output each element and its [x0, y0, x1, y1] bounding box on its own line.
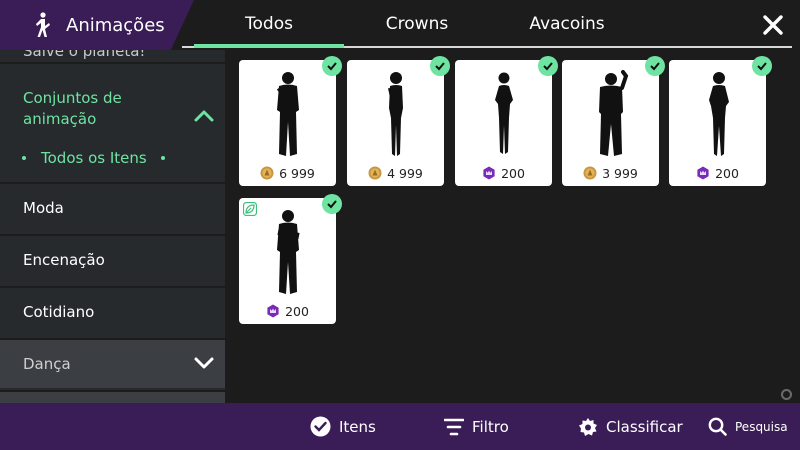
owned-check-icon: [430, 56, 450, 76]
search-icon: [708, 417, 727, 436]
eco-leaf-icon: [243, 202, 257, 216]
animation-item-card[interactable]: 200: [455, 56, 558, 186]
itens-button[interactable]: Itens: [310, 403, 376, 450]
crown-purple-icon: [483, 166, 495, 180]
tab-todos[interactable]: Todos: [194, 0, 344, 48]
item-price: 6 999: [239, 165, 336, 181]
close-icon: [763, 15, 783, 35]
price-value: 200: [285, 303, 309, 319]
filtro-button[interactable]: Filtro: [444, 403, 509, 450]
close-button[interactable]: [756, 8, 790, 42]
animation-item-card[interactable]: 200: [239, 194, 342, 324]
crown-purple-icon: [697, 166, 709, 180]
sidebar-item-salve-o-planeta[interactable]: Salve o planeta!: [0, 50, 225, 64]
filter-icon: [444, 418, 464, 435]
sidebar-item-moda[interactable]: Moda: [0, 182, 225, 232]
avatar-pose-silhouette: [709, 72, 729, 156]
price-value: 3 999: [602, 165, 638, 181]
owned-check-icon: [752, 56, 772, 76]
animation-item-card[interactable]: 6 999: [239, 56, 342, 186]
sort-star-icon: [579, 417, 597, 436]
sidebar-item-partial[interactable]: [0, 390, 225, 403]
sidebar-item-label: Todos os Itens: [41, 149, 147, 167]
sidebar-item-label: Cotidiano: [23, 303, 95, 321]
walking-person-icon: [36, 12, 50, 37]
price-value: 200: [715, 165, 739, 181]
sidebar-category-label: Conjuntos de animação: [23, 89, 122, 128]
owned-check-icon: [645, 56, 665, 76]
coin-gold-icon: [260, 166, 274, 180]
animation-item-card[interactable]: 200: [669, 56, 772, 186]
sidebar-item-label: Moda: [23, 199, 64, 217]
chevron-down-icon: [194, 357, 214, 369]
classificar-label: Classificar: [606, 417, 683, 436]
price-value: 200: [501, 165, 525, 181]
bottom-toolbar: Itens Filtro Classificar Pesquisa: [0, 403, 800, 450]
header: Animações Todos Crowns Avacoins: [0, 0, 800, 50]
sidebar-item-label: Dança: [23, 355, 71, 373]
crown-purple-icon: [267, 304, 279, 318]
chevron-up-icon: [194, 110, 214, 122]
item-price: 200: [669, 165, 766, 181]
bullet-left: [22, 156, 26, 160]
animation-item-card[interactable]: 3 999: [562, 56, 665, 186]
avatar-pose-silhouette: [495, 72, 513, 154]
animation-item-card[interactable]: 4 999: [347, 56, 450, 186]
sidebar-item-encenacao[interactable]: Encenação: [0, 234, 225, 284]
page-title: Animações: [66, 14, 165, 36]
price-value: 6 999: [279, 165, 315, 181]
sidebar-item-todos-os-itens[interactable]: Todos os Itens: [0, 138, 225, 178]
itens-label: Itens: [339, 417, 376, 436]
item-price: 4 999: [347, 165, 444, 181]
item-price: 200: [455, 165, 552, 181]
owned-check-icon: [538, 56, 558, 76]
avatar-pose-silhouette: [277, 210, 300, 294]
pesquisa-button[interactable]: Pesquisa: [708, 403, 788, 450]
filtro-label: Filtro: [472, 417, 509, 436]
owned-check-icon: [322, 56, 342, 76]
coin-gold-icon: [368, 166, 382, 180]
owned-check-icon: [322, 194, 342, 214]
sidebar-item-cotidiano[interactable]: Cotidiano: [0, 286, 225, 336]
sidebar: Salve o planeta! Conjuntos de animação T…: [0, 50, 225, 403]
avatar-pose-silhouette: [599, 70, 629, 156]
tab-crowns[interactable]: Crowns: [342, 0, 492, 48]
coin-gold-icon: [583, 166, 597, 180]
tab-bar: Todos Crowns Avacoins: [182, 0, 792, 50]
sidebar-item-danca[interactable]: Dança: [0, 338, 225, 388]
item-price: 200: [239, 303, 336, 319]
price-value: 4 999: [387, 165, 423, 181]
scroll-indicator[interactable]: [781, 389, 792, 400]
pesquisa-label: Pesquisa: [735, 419, 788, 434]
tab-avacoins[interactable]: Avacoins: [492, 0, 642, 48]
avatar-pose-silhouette: [276, 72, 299, 156]
sidebar-item-label: Encenação: [23, 251, 105, 269]
classificar-button[interactable]: Classificar: [578, 403, 683, 450]
item-price: 3 999: [562, 165, 659, 181]
title-block: Animações: [0, 0, 194, 50]
avatar-pose-silhouette: [388, 72, 403, 156]
check-circle-icon: [310, 416, 331, 437]
bullet-right: [160, 156, 165, 160]
